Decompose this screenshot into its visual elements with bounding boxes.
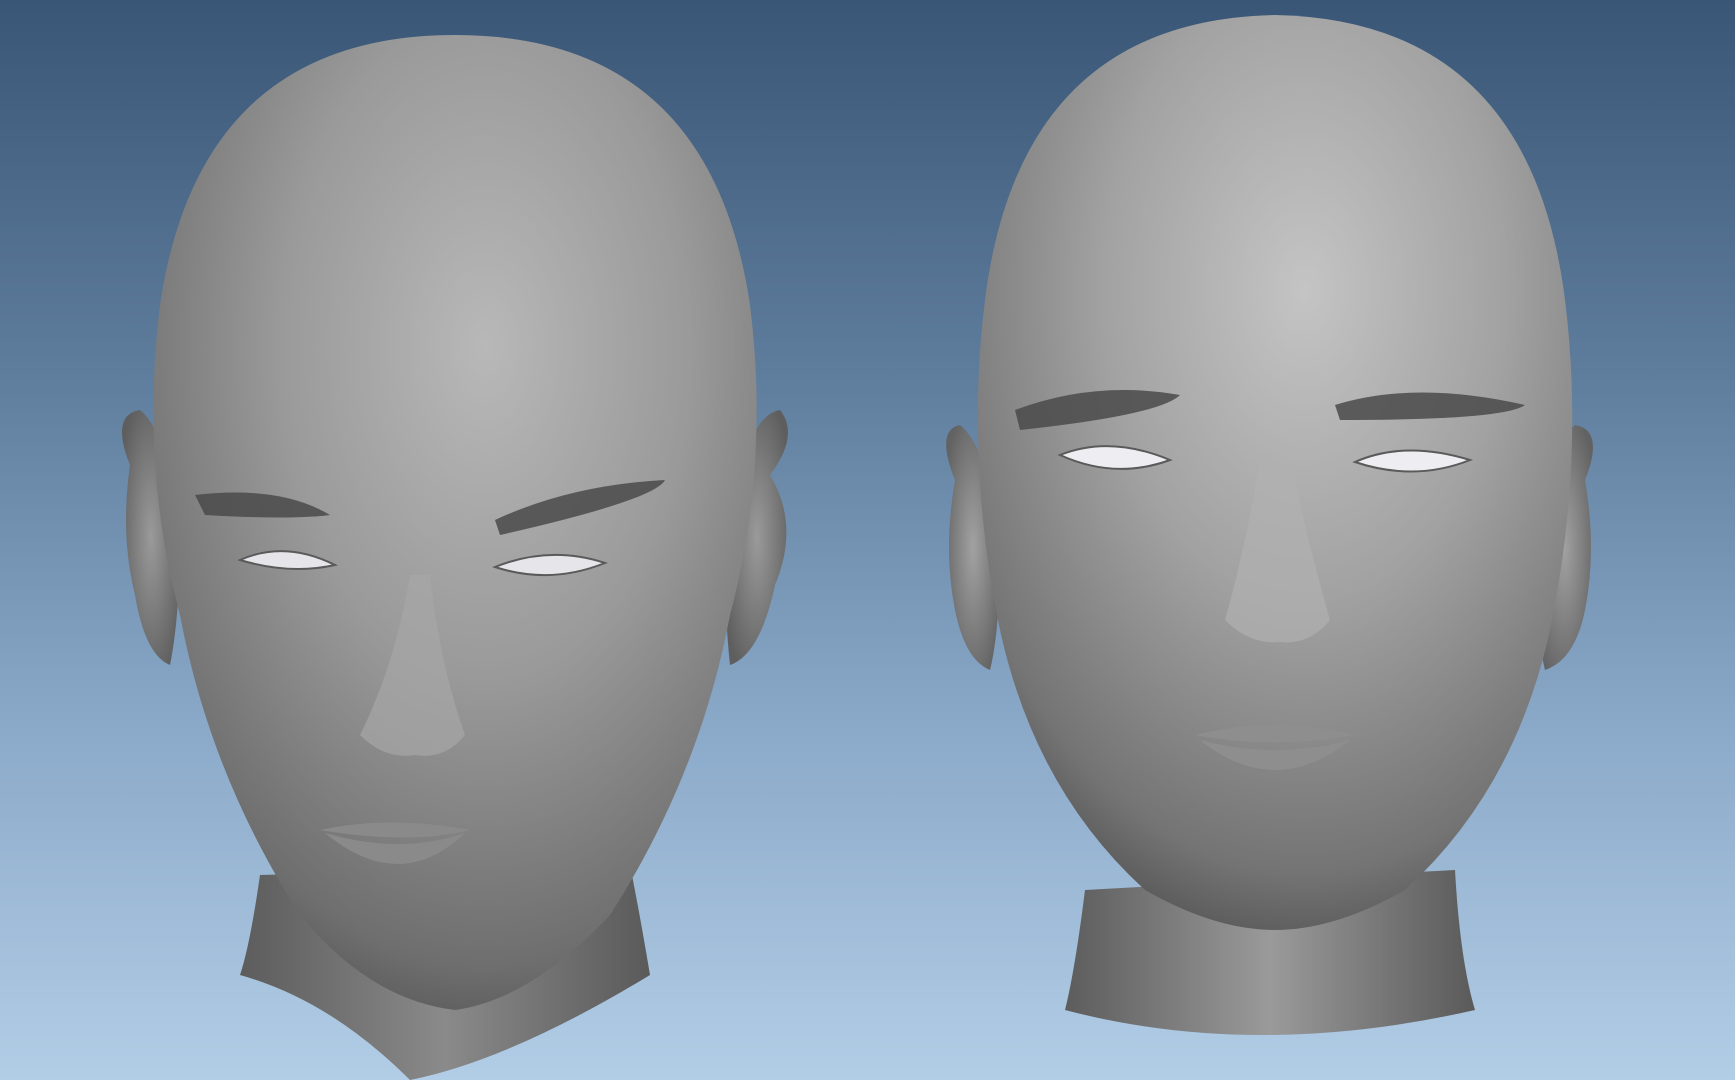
head-shape	[153, 35, 757, 1010]
sculpt-viewport[interactable]	[0, 0, 1735, 1080]
head-left-mesh	[122, 35, 788, 1080]
head-right-mesh	[946, 15, 1593, 1035]
sculpt-head-left[interactable]	[110, 15, 800, 1080]
sculpt-head-right[interactable]	[935, 10, 1615, 1080]
